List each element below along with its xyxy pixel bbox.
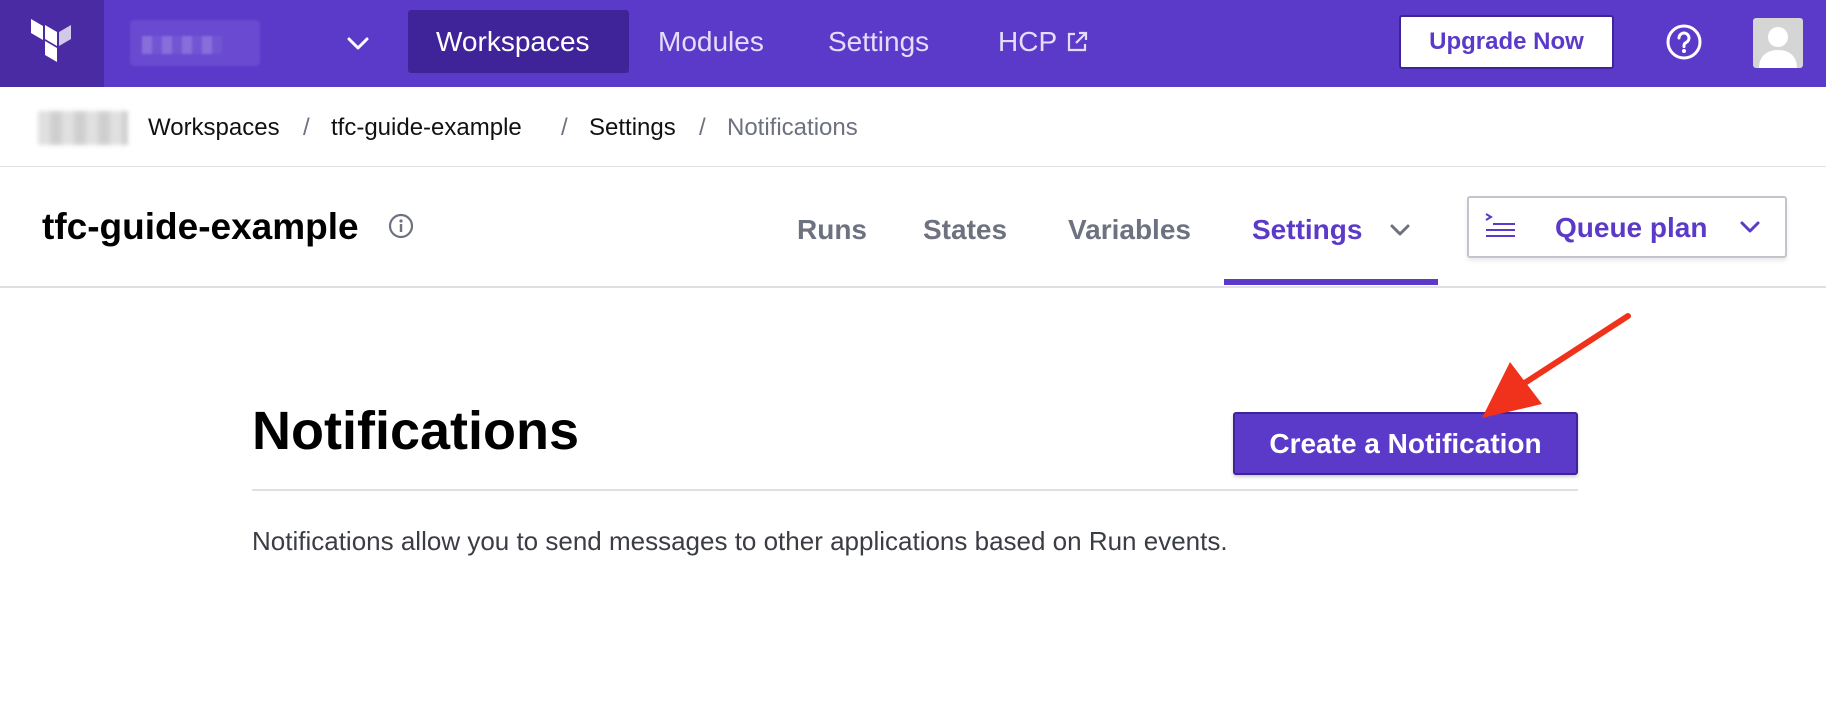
breadcrumb-organization[interactable] [38,111,128,145]
question-circle-icon[interactable] [1664,22,1704,62]
terminal-list-icon [1483,212,1517,242]
queue-plan-label: Queue plan [1555,212,1708,243]
page-title: Notifications [252,401,580,461]
queue-plan-button[interactable]: Queue plan [1467,196,1787,258]
nav-hcp-label: HCP [998,25,1058,57]
create-notification-label: Create a Notification [1269,427,1542,459]
page-description: Notifications allow you to send messages… [252,526,1228,556]
upgrade-now-label: Upgrade Now [1429,28,1584,55]
tab-runs[interactable]: Runs [797,214,867,246]
breadcrumb-current-page: Notifications [727,114,858,141]
tab-settings[interactable]: Settings [1252,214,1362,246]
chevron-down-icon [1737,214,1763,240]
top-navigation-bar: Workspaces Modules Settings HCP Upgrade … [0,0,1826,87]
upgrade-now-button[interactable]: Upgrade Now [1399,15,1614,69]
organization-switcher[interactable] [130,20,260,66]
breadcrumb-settings[interactable]: Settings [589,114,676,142]
divider [252,489,1578,491]
nav-hcp[interactable]: HCP [970,10,1117,73]
breadcrumb-workspaces[interactable]: Workspaces [148,114,280,142]
nav-settings[interactable]: Settings [800,10,957,73]
tab-variables[interactable]: Variables [1068,214,1191,246]
chevron-down-icon[interactable] [344,30,372,58]
breadcrumb-separator: / [561,114,568,141]
nav-settings-label: Settings [828,25,930,57]
external-link-icon [1065,30,1089,54]
info-icon[interactable] [388,213,414,239]
workspace-title: tfc-guide-example [42,206,359,247]
terraform-logo-icon[interactable] [0,0,104,87]
nav-workspaces-label: Workspaces [436,25,590,57]
user-avatar-icon[interactable] [1753,18,1803,68]
nav-modules-label: Modules [658,25,764,57]
breadcrumb: Workspaces / tfc-guide-example / Setting… [0,87,1826,167]
nav-workspaces[interactable]: Workspaces [408,10,629,73]
chevron-down-icon[interactable] [1388,218,1416,246]
breadcrumb-separator: / [699,114,706,141]
active-tab-indicator [1224,279,1438,285]
nav-modules[interactable]: Modules [630,10,792,73]
workspace-header: tfc-guide-example Runs States Variables … [0,168,1826,288]
tab-states[interactable]: States [923,214,1007,246]
annotation-arrow-icon [1482,313,1631,418]
breadcrumb-separator: / [303,114,310,141]
breadcrumb-workspace-name[interactable]: tfc-guide-example [331,114,522,142]
